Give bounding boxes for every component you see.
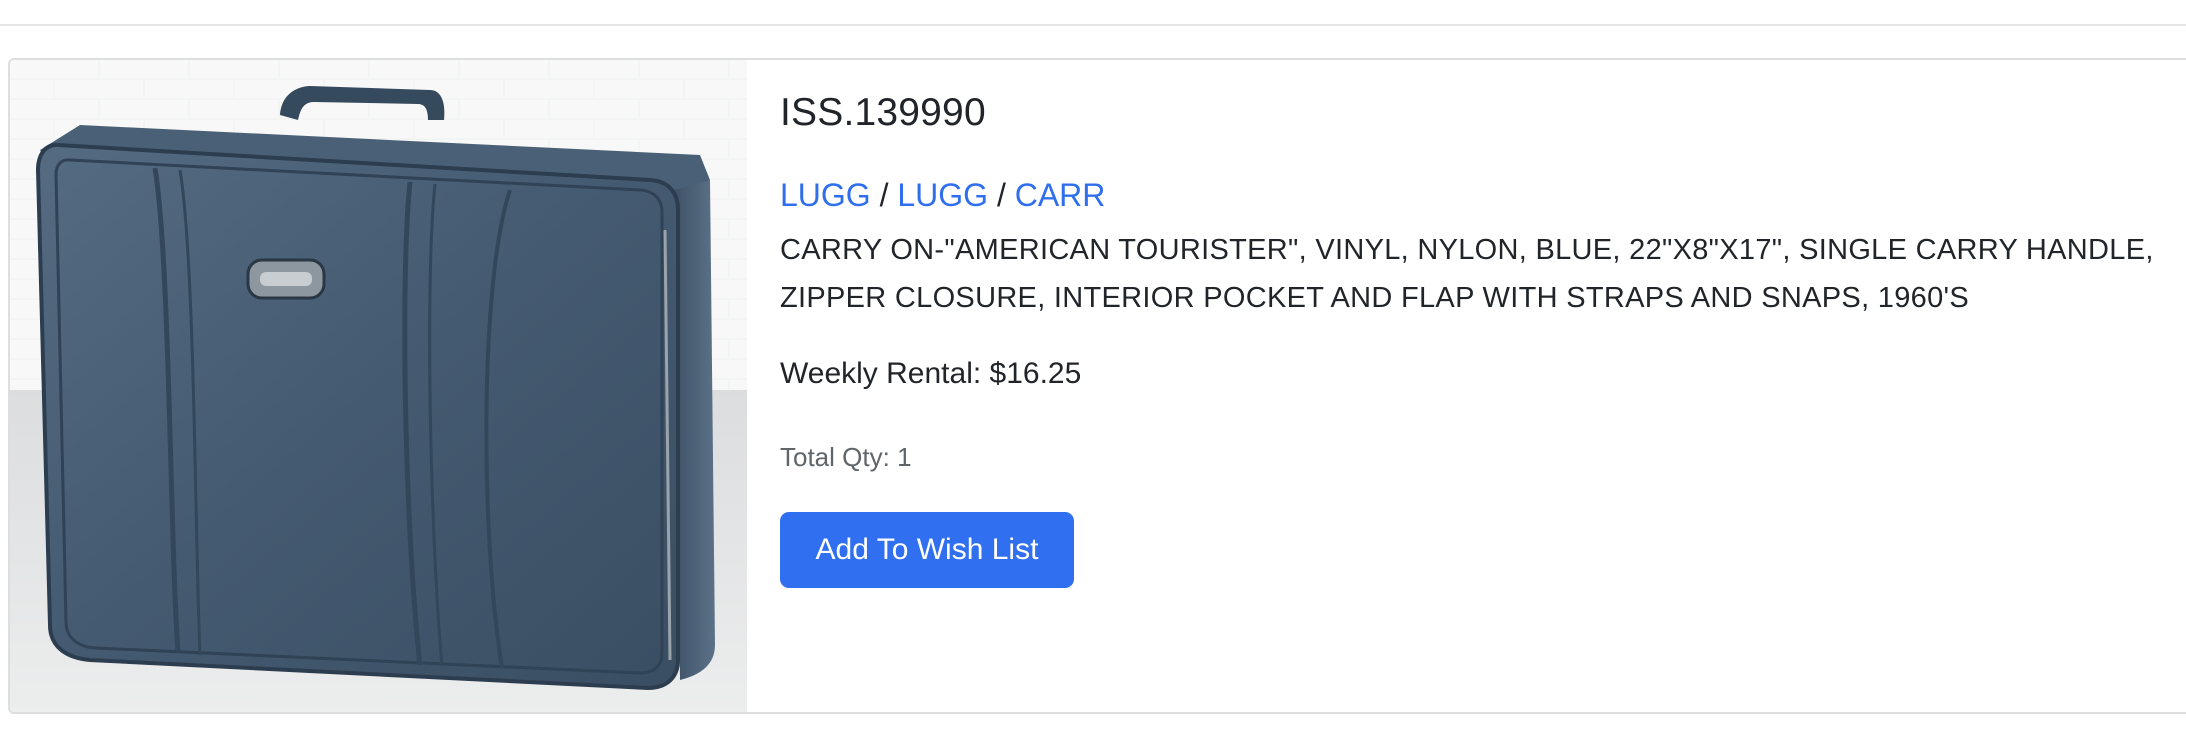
- weekly-rental-label: Weekly Rental:: [780, 357, 982, 390]
- suitcase-photo: [10, 60, 747, 712]
- weekly-rental: Weekly Rental: $16.25: [780, 354, 1081, 393]
- item-description: CARRY ON-"AMERICAN TOURISTER", VINYL, NY…: [780, 234, 2154, 314]
- category-link-3[interactable]: CARR: [1015, 177, 1106, 213]
- weekly-rental-value: $16.25: [989, 357, 1082, 390]
- category-separator: /: [996, 177, 1006, 213]
- category-link-1[interactable]: LUGG: [780, 177, 871, 213]
- total-qty: Total Qty: 1: [780, 441, 912, 475]
- total-qty-label: Total Qty:: [780, 442, 890, 472]
- item-photo[interactable]: [10, 60, 747, 712]
- category-separator: /: [879, 177, 889, 213]
- category-link-2[interactable]: LUGG: [897, 177, 988, 213]
- add-to-wish-list-button[interactable]: Add To Wish List: [780, 512, 1074, 588]
- top-divider: [0, 24, 2186, 26]
- item-details: ISS.139990 LUGG / LUGG / CARR CARRY ON-"…: [780, 60, 2186, 712]
- category-breadcrumb: LUGG / LUGG / CARR: [780, 176, 1105, 214]
- item-id: ISS.139990: [780, 91, 986, 134]
- item-card: ISS.139990 LUGG / LUGG / CARR CARRY ON-"…: [8, 58, 2186, 714]
- total-qty-value: 1: [897, 442, 912, 472]
